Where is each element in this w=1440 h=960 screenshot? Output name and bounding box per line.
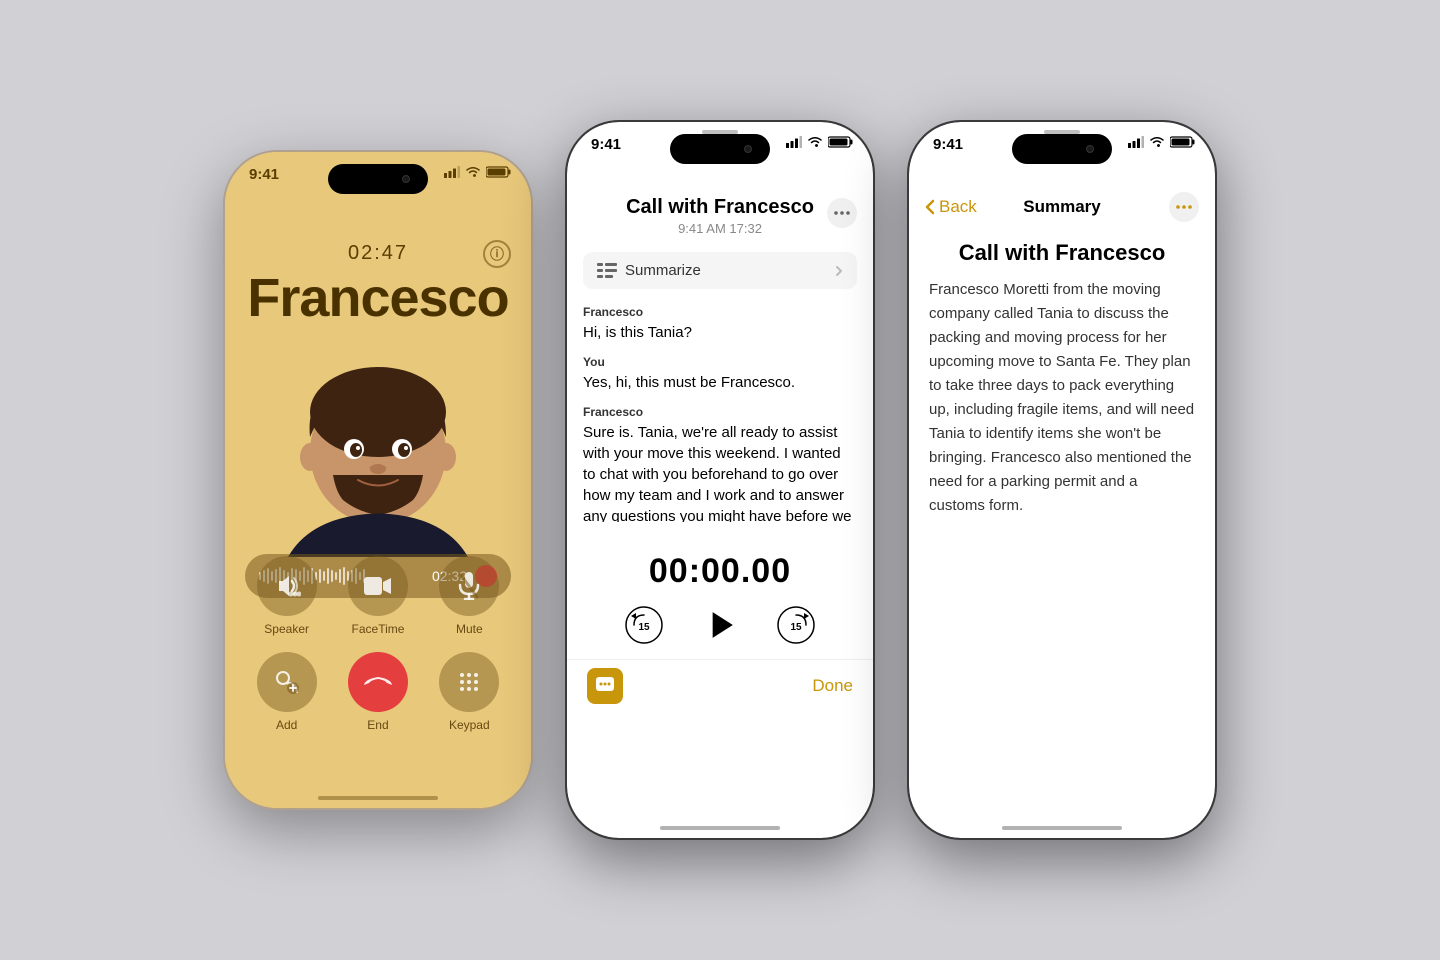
transcript-speaker-2: Francesco bbox=[583, 405, 857, 419]
phone-1-screen: 9:41 bbox=[225, 152, 531, 808]
transcript-text-1: Yes, hi, this must be Francesco. bbox=[583, 372, 857, 393]
play-button[interactable] bbox=[698, 603, 742, 647]
wifi-icon-1 bbox=[465, 166, 481, 178]
rewind-icon: 15 bbox=[624, 605, 664, 645]
mute-button[interactable]: Mute bbox=[439, 556, 499, 636]
facetime-button-circle bbox=[348, 556, 408, 616]
add-label: Add bbox=[276, 718, 297, 732]
wifi-icon-2 bbox=[807, 136, 823, 148]
call-controls-row2: Add End bbox=[241, 652, 515, 732]
dynamic-island-3 bbox=[1012, 134, 1112, 164]
play-icon bbox=[698, 601, 742, 649]
call-subtitle: 9:41 AM 17:32 bbox=[587, 221, 853, 236]
svg-text:15: 15 bbox=[790, 622, 802, 633]
signal-icon-3 bbox=[1128, 136, 1144, 148]
speaker-button[interactable]: Speaker bbox=[257, 556, 317, 636]
keypad-button-circle bbox=[439, 652, 499, 712]
status-icons-2 bbox=[786, 136, 853, 148]
summary-body-text: Francesco Moretti from the moving compan… bbox=[909, 278, 1215, 518]
phone-1: 9:41 bbox=[223, 150, 533, 810]
transcript-speaker-0: Francesco bbox=[583, 305, 857, 319]
back-label: Back bbox=[939, 197, 977, 217]
end-label: End bbox=[367, 718, 388, 732]
call-title: Call with Francesco bbox=[587, 196, 853, 219]
dynamic-island-1 bbox=[328, 164, 428, 194]
caller-name-display: Francesco bbox=[225, 267, 531, 329]
phone-2-screen: 9:41 bbox=[567, 122, 873, 838]
chat-bubble-icon bbox=[594, 675, 616, 697]
home-bar-2 bbox=[660, 826, 780, 830]
nav-title: Summary bbox=[1023, 197, 1100, 217]
status-icons-3 bbox=[1128, 136, 1195, 148]
transcript-block-0: Francesco Hi, is this Tania? bbox=[583, 305, 857, 343]
info-button[interactable]: ⓘ bbox=[483, 240, 511, 268]
camera-dot-2 bbox=[744, 145, 752, 153]
add-button[interactable]: Add bbox=[257, 652, 317, 732]
phone-2-content: Call with Francesco 9:41 AM 17:32 bbox=[567, 182, 873, 838]
home-bar-3 bbox=[1002, 826, 1122, 830]
caller-avatar bbox=[278, 337, 478, 567]
chevron-left-icon bbox=[925, 199, 935, 215]
summarize-label: Summarize bbox=[625, 262, 827, 279]
phone-2: 9:41 bbox=[565, 120, 875, 840]
phone-2-header: Call with Francesco 9:41 AM 17:32 bbox=[567, 182, 873, 244]
transcript-text-2: Sure is. Tania, we're all ready to assis… bbox=[583, 422, 857, 522]
call-controls-row1: Speaker FaceTime bbox=[241, 556, 515, 636]
mute-label: Mute bbox=[456, 622, 483, 636]
phone-3-content: Back Summary Call with Francesco Frances… bbox=[909, 182, 1215, 838]
summary-call-title: Call with Francesco bbox=[909, 232, 1215, 278]
battery-icon-1 bbox=[486, 166, 511, 178]
wifi-icon-3 bbox=[1149, 136, 1165, 148]
chevron-right-icon bbox=[835, 265, 843, 277]
playback-timer: 00:00.00 bbox=[567, 542, 873, 599]
voice-memo-icon[interactable] bbox=[587, 668, 623, 704]
forward-icon: 15 bbox=[776, 605, 816, 645]
ellipsis-icon bbox=[834, 211, 850, 215]
rewind-button[interactable]: 15 bbox=[622, 603, 666, 647]
keypad-label: Keypad bbox=[449, 718, 490, 732]
home-bar-1 bbox=[318, 796, 438, 800]
ellipsis-icon-3 bbox=[1176, 205, 1192, 209]
keypad-button[interactable]: Keypad bbox=[439, 652, 499, 732]
more-options-button[interactable] bbox=[827, 198, 857, 228]
status-icons-1 bbox=[444, 166, 511, 178]
speaker-button-circle bbox=[257, 556, 317, 616]
phone-3-screen: 9:41 bbox=[909, 122, 1215, 838]
battery-icon-2 bbox=[828, 136, 853, 148]
camera-dot-3 bbox=[1086, 145, 1094, 153]
phone-3: 9:41 bbox=[907, 120, 1217, 840]
mute-button-circle bbox=[439, 556, 499, 616]
back-button[interactable]: Back bbox=[925, 197, 977, 217]
end-call-button[interactable]: End bbox=[348, 652, 408, 732]
summary-more-button[interactable] bbox=[1169, 192, 1199, 222]
camera-dot-1 bbox=[402, 175, 410, 183]
signal-icon-2 bbox=[786, 136, 802, 148]
facetime-label: FaceTime bbox=[352, 622, 405, 636]
transcript-block-1: You Yes, hi, this must be Francesco. bbox=[583, 355, 857, 393]
add-button-circle bbox=[257, 652, 317, 712]
call-controls: Speaker FaceTime bbox=[241, 556, 515, 748]
list-icon bbox=[597, 263, 617, 279]
facetime-button[interactable]: FaceTime bbox=[348, 556, 408, 636]
playback-controls: 15 15 bbox=[567, 599, 873, 659]
done-button[interactable]: Done bbox=[812, 676, 853, 696]
transcript-block-2: Francesco Sure is. Tania, we're all read… bbox=[583, 405, 857, 522]
svg-text:15: 15 bbox=[638, 622, 650, 633]
dynamic-island-2 bbox=[670, 134, 770, 164]
battery-icon-3 bbox=[1170, 136, 1195, 148]
phones-container: 9:41 bbox=[223, 120, 1217, 840]
summarize-button[interactable]: Summarize bbox=[583, 252, 857, 289]
end-call-circle bbox=[348, 652, 408, 712]
transcript-speaker-1: You bbox=[583, 355, 857, 369]
summary-nav: Back Summary bbox=[909, 182, 1215, 232]
transcript-text-0: Hi, is this Tania? bbox=[583, 322, 857, 343]
phone-2-footer: Done bbox=[567, 659, 873, 704]
transcript-area: Francesco Hi, is this Tania? You Yes, hi… bbox=[567, 297, 873, 542]
speaker-label: Speaker bbox=[264, 622, 309, 636]
signal-icon-1 bbox=[444, 166, 460, 178]
forward-button[interactable]: 15 bbox=[774, 603, 818, 647]
